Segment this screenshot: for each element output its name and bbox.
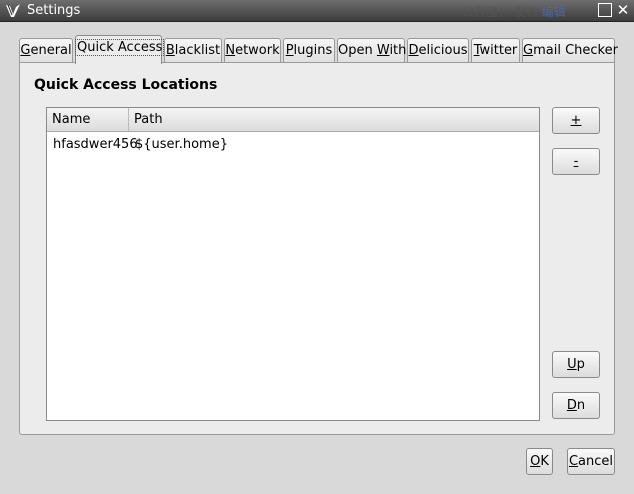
- section-title: Quick Access Locations: [34, 77, 218, 93]
- table-header: Name Path: [47, 108, 539, 132]
- column-header-name[interactable]: Name: [47, 108, 129, 131]
- tab-general[interactable]: General: [19, 38, 73, 64]
- move-up-button[interactable]: Up: [552, 351, 600, 378]
- add-location-button[interactable]: +: [552, 107, 600, 134]
- tab-open-with-label: Open With: [338, 43, 407, 58]
- tab-blacklist[interactable]: Blacklist: [164, 38, 222, 64]
- tab-twitter[interactable]: Twitter: [471, 38, 520, 64]
- tab-quick-access[interactable]: Quick Access: [74, 35, 165, 64]
- remove-location-button[interactable]: -: [552, 148, 600, 175]
- cancel-button[interactable]: Cancel: [567, 448, 615, 475]
- tab-network-label: Network: [225, 43, 280, 58]
- background-window-text: 公开度： 发布 编辑: [462, 5, 566, 19]
- ok-button[interactable]: OK: [526, 448, 553, 475]
- move-down-button[interactable]: Dn: [552, 392, 600, 419]
- tab-plugins-label: Plugins: [285, 43, 333, 58]
- column-header-path[interactable]: Path: [129, 108, 539, 131]
- tab-general-label: General: [20, 43, 72, 58]
- maximize-icon[interactable]: [598, 3, 612, 17]
- cell-path: ${user.home}: [135, 137, 228, 152]
- tab-blacklist-label: Blacklist: [165, 43, 221, 58]
- locations-table[interactable]: Name Path hfasdwer456 ${user.home}: [46, 107, 540, 421]
- tab-twitter-label: Twitter: [473, 43, 518, 58]
- window-title: Settings: [27, 3, 81, 18]
- tab-quick-access-label: Quick Access: [74, 39, 165, 56]
- tab-open-with[interactable]: Open With: [337, 38, 407, 64]
- tab-network[interactable]: Network: [224, 38, 281, 64]
- cell-name: hfasdwer456: [53, 137, 138, 152]
- tab-plugins[interactable]: Plugins: [283, 38, 335, 64]
- title-bar[interactable]: Settings 公开度： 发布 编辑 ✕: [0, 0, 634, 22]
- tab-delicious-label: Delicious: [408, 43, 468, 58]
- close-icon[interactable]: ✕: [616, 3, 630, 18]
- tab-delicious[interactable]: Delicious: [407, 38, 469, 64]
- quick-access-panel: Quick Access Locations Name Path hfasdwe…: [19, 62, 615, 435]
- table-row[interactable]: hfasdwer456 ${user.home}: [47, 135, 539, 155]
- tab-gmail-checker-label: Gmail Checker: [523, 43, 618, 58]
- app-logo-icon: [6, 4, 20, 17]
- tab-gmail-checker[interactable]: Gmail Checker: [522, 38, 618, 64]
